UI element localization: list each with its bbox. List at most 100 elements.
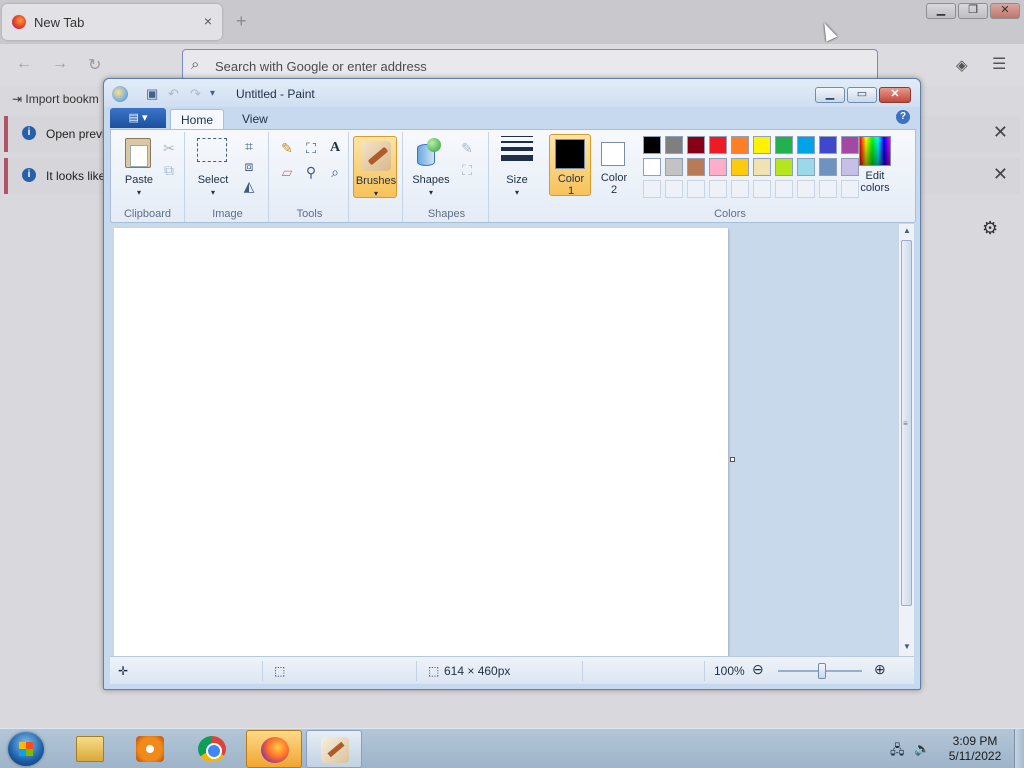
rotate-icon[interactable]: ◭ — [239, 176, 259, 196]
tab-new-tab[interactable]: New Tab × — [2, 4, 222, 40]
palette-swatch[interactable] — [819, 136, 837, 154]
palette-swatch[interactable] — [709, 158, 727, 176]
ribbon-tabs: ▤ ▾ Home View ? — [110, 107, 916, 129]
palette-empty-slot[interactable] — [775, 180, 793, 198]
palette-empty-slot[interactable] — [753, 180, 771, 198]
save-icon[interactable]: ▣ — [146, 86, 158, 102]
text-icon[interactable]: A — [325, 138, 345, 158]
gear-icon[interactable]: ⚙ — [982, 218, 998, 239]
cut-icon[interactable]: ✂ — [159, 138, 179, 158]
new-tab-button[interactable]: + — [236, 11, 247, 32]
scroll-up-icon[interactable]: ▲ — [899, 226, 915, 235]
palette-empty-slot[interactable] — [665, 180, 683, 198]
drawing-canvas[interactable] — [114, 228, 728, 656]
taskbar-explorer[interactable] — [62, 730, 118, 768]
chrome-icon — [198, 736, 226, 762]
palette-empty-slot[interactable] — [731, 180, 749, 198]
shape-fill-icon[interactable]: ⛶ — [457, 160, 477, 180]
palette-swatch[interactable] — [709, 136, 727, 154]
paint-maximize-button[interactable]: ▭ — [847, 87, 877, 103]
taskbar-firefox[interactable] — [246, 730, 302, 768]
tab-home[interactable]: Home — [170, 109, 225, 129]
address-bar[interactable]: ⌕ Search with Google or enter address — [182, 49, 878, 81]
taskbar-paint[interactable] — [306, 730, 362, 768]
palette-swatch[interactable] — [775, 136, 793, 154]
palette-swatch[interactable] — [819, 158, 837, 176]
eraser-icon[interactable]: ▱ — [277, 162, 297, 182]
close-icon[interactable]: ✕ — [993, 164, 1008, 185]
palette-swatch[interactable] — [643, 136, 661, 154]
palette-empty-slot[interactable] — [819, 180, 837, 198]
taskbar-media-player[interactable] — [122, 730, 178, 768]
palette-swatch[interactable] — [643, 158, 661, 176]
palette-swatch[interactable] — [687, 136, 705, 154]
palette-swatch[interactable] — [841, 136, 859, 154]
color1-button[interactable]: Color 1 — [549, 134, 591, 197]
copy-icon[interactable]: ⧉ — [159, 160, 179, 180]
magnifier-icon[interactable]: ⌕ — [325, 162, 345, 182]
paint-app-icon[interactable] — [112, 86, 128, 102]
palette-swatch[interactable] — [731, 136, 749, 154]
close-button[interactable]: ✕ — [990, 3, 1020, 19]
palette-empty-slot[interactable] — [797, 180, 815, 198]
help-icon[interactable]: ? — [896, 110, 910, 124]
start-button[interactable] — [8, 732, 44, 766]
paint-minimize-button[interactable]: ▁ — [815, 87, 845, 103]
chevron-down-icon: ▾ — [136, 188, 141, 197]
group-label: Shapes — [427, 208, 466, 220]
palette-empty-slot[interactable] — [709, 180, 727, 198]
volume-icon[interactable]: 🔊 — [914, 741, 930, 757]
close-tab-icon[interactable]: × — [204, 13, 212, 29]
zoom-in-icon[interactable]: ⊕ — [874, 661, 886, 678]
palette-swatch[interactable] — [731, 158, 749, 176]
canvas-resize-handle[interactable] — [730, 457, 735, 462]
vertical-scrollbar[interactable]: ▲ ≡ ▼ — [898, 224, 914, 656]
forward-icon[interactable]: → — [52, 55, 68, 73]
network-icon[interactable]: 🖧 — [890, 741, 905, 763]
menu-icon[interactable]: ☰ — [992, 54, 1006, 74]
import-bookmarks-link[interactable]: ⇥ Import bookm — [12, 92, 99, 106]
back-icon[interactable]: ← — [16, 55, 32, 73]
canvas-size: 614 × 460px — [444, 664, 511, 678]
taskbar: 🖧 🔊 3:09 PM 5/11/2022 — [0, 728, 1024, 768]
group-label: Tools — [296, 208, 323, 220]
fill-icon[interactable]: ⛶ — [301, 138, 321, 158]
resize-icon[interactable]: ⧈ — [239, 156, 259, 176]
clock[interactable]: 3:09 PM 5/11/2022 — [944, 734, 1006, 764]
palette-swatch[interactable] — [753, 136, 771, 154]
palette-swatch[interactable] — [797, 158, 815, 176]
crop-icon[interactable]: ⌗ — [239, 136, 259, 156]
paint-menu-button[interactable]: ▤ ▾ — [110, 108, 166, 128]
palette-empty-slot[interactable] — [643, 180, 661, 198]
palette-swatch[interactable] — [797, 136, 815, 154]
color2-number: 2 — [610, 184, 618, 196]
customize-qat-icon[interactable]: ▾ — [210, 88, 215, 99]
reload-icon[interactable]: ↻ — [88, 55, 101, 75]
undo-icon[interactable]: ↶ — [168, 86, 179, 102]
pocket-icon[interactable]: ◈ — [956, 56, 968, 74]
zoom-out-icon[interactable]: ⊖ — [752, 661, 764, 678]
palette-swatch[interactable] — [665, 136, 683, 154]
pencil-icon[interactable]: ✎ — [277, 138, 297, 158]
color1-swatch — [555, 139, 585, 169]
palette-swatch[interactable] — [665, 158, 683, 176]
palette-empty-slot[interactable] — [687, 180, 705, 198]
restore-button[interactable]: ❐ — [958, 3, 988, 19]
zoom-slider-thumb[interactable] — [818, 663, 826, 679]
color2-button[interactable]: Color 2 — [593, 134, 635, 196]
outline-icon[interactable]: ✎ — [457, 138, 477, 158]
palette-swatch[interactable] — [753, 158, 771, 176]
tab-view[interactable]: View — [232, 109, 278, 129]
scroll-down-icon[interactable]: ▼ — [899, 642, 915, 651]
paint-close-button[interactable]: ✕ — [879, 87, 911, 103]
close-icon[interactable]: ✕ — [993, 122, 1008, 143]
canvas-size-icon: ⬚ — [428, 664, 440, 678]
palette-swatch[interactable] — [687, 158, 705, 176]
color-picker-icon[interactable]: ⚲ — [301, 162, 321, 182]
show-desktop-button[interactable] — [1014, 729, 1024, 768]
brushes-button[interactable]: Brushes ▾ — [353, 136, 397, 198]
minimize-button[interactable]: ▁ — [926, 3, 956, 19]
palette-swatch[interactable] — [775, 158, 793, 176]
taskbar-chrome[interactable] — [184, 730, 240, 768]
redo-icon[interactable]: ↷ — [190, 86, 201, 102]
